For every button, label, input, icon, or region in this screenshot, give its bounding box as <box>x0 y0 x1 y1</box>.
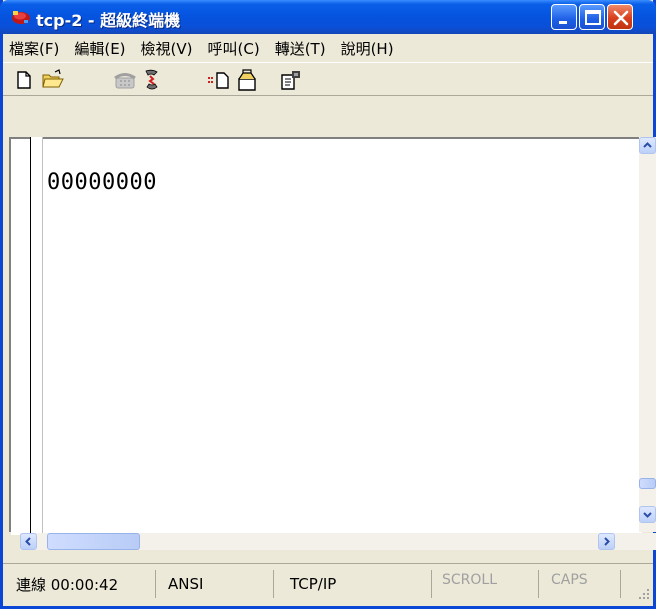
menu-transfer[interactable]: 轉送(T) <box>275 38 326 59</box>
status-connection-time: 連線 00:00:42 <box>3 570 156 598</box>
terminal-left-margin <box>30 137 43 535</box>
status-emulation: ANSI <box>158 570 274 598</box>
resize-grip-icon[interactable] <box>637 587 651 601</box>
menu-call[interactable]: 呼叫(C) <box>208 38 260 59</box>
status-scroll-lock: SCROLL <box>434 570 539 598</box>
status-transport: TCP/IP <box>276 570 432 598</box>
scroll-up-button[interactable] <box>639 137 656 154</box>
open-icon[interactable] <box>41 69 64 91</box>
toolbar <box>3 62 653 96</box>
terminal-frame <box>9 137 653 532</box>
menu-view[interactable]: 檢視(V) <box>141 38 193 59</box>
vertical-scroll-thumb[interactable] <box>639 478 656 489</box>
menu-file[interactable]: 檔案(F) <box>9 38 59 59</box>
send-icon[interactable] <box>207 69 229 91</box>
minimize-button[interactable] <box>551 4 577 30</box>
new-icon[interactable] <box>13 69 35 91</box>
vertical-scrollbar[interactable] <box>639 137 656 532</box>
hyperterminal-app-icon[interactable] <box>10 7 30 27</box>
title-bar[interactable]: tcp-2 - 超級終端機 <box>0 0 656 34</box>
hyperterminal-window: tcp-2 - 超級終端機 檔案(F) 編輯(E) 檢視(V) 呼叫(C) 轉送… <box>0 0 656 609</box>
call-icon[interactable] <box>113 69 136 91</box>
maximize-button[interactable] <box>579 4 605 30</box>
horizontal-scrollbar[interactable] <box>20 533 656 550</box>
terminal-output: 00000000 <box>47 170 157 195</box>
close-button[interactable] <box>607 4 633 30</box>
menu-help[interactable]: 說明(H) <box>341 38 394 59</box>
menu-edit[interactable]: 編輯(E) <box>74 38 125 59</box>
scroll-right-button[interactable] <box>598 533 615 550</box>
scroll-left-button[interactable] <box>20 533 37 550</box>
status-bar: 連線 00:00:42 ANSI TCP/IP SCROLL CAPS <box>3 563 653 603</box>
horizontal-scroll-thumb[interactable] <box>47 533 140 550</box>
receive-icon[interactable] <box>235 69 257 91</box>
status-caps-lock: CAPS <box>541 570 621 598</box>
scroll-down-button[interactable] <box>639 506 656 523</box>
disconnect-icon[interactable] <box>141 69 163 91</box>
menu-bar: 檔案(F) 編輯(E) 檢視(V) 呼叫(C) 轉送(T) 說明(H) <box>3 34 653 62</box>
window-title: tcp-2 - 超級終端機 <box>36 11 181 30</box>
properties-icon[interactable] <box>279 69 301 91</box>
